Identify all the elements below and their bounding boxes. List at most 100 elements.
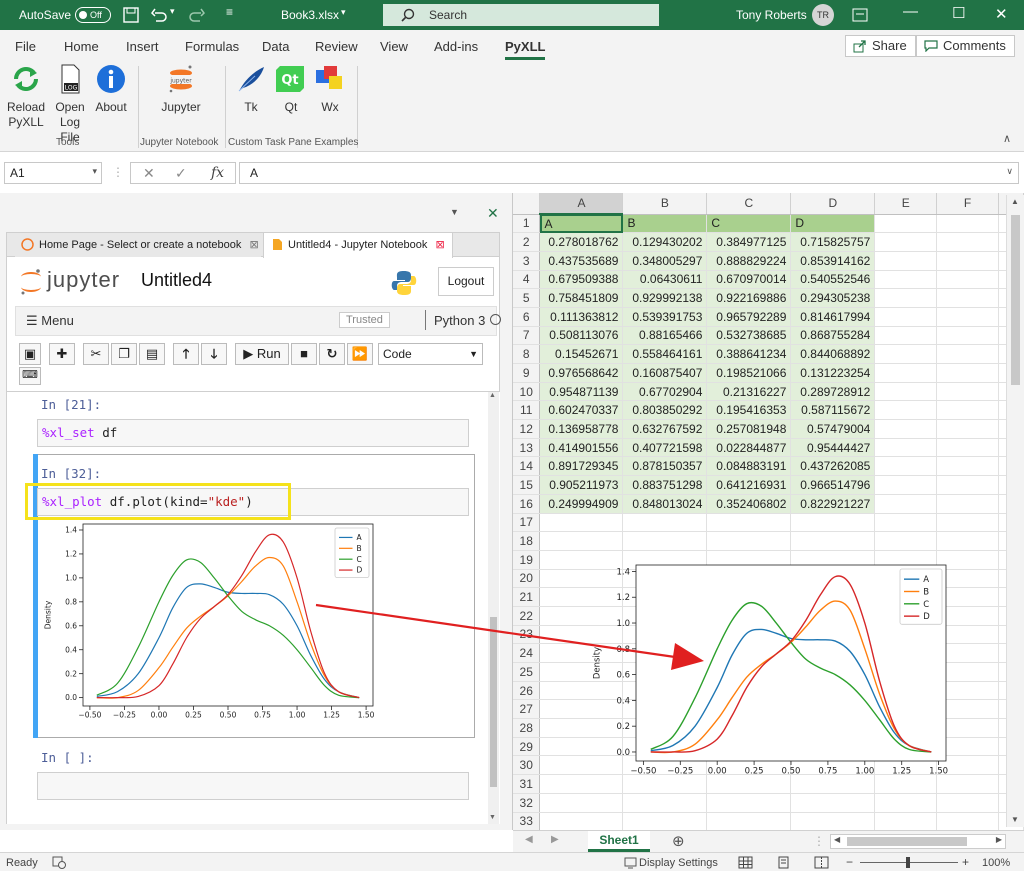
- row-header[interactable]: 21: [513, 587, 541, 607]
- grid-cell[interactable]: 0.905211973: [539, 475, 624, 495]
- row-header[interactable]: 10: [513, 382, 541, 402]
- grid-cell[interactable]: 0.965792289: [706, 307, 792, 327]
- grid-cell[interactable]: 0.844068892: [790, 344, 876, 364]
- tab-view[interactable]: View: [380, 39, 408, 54]
- column-header[interactable]: F: [936, 193, 999, 215]
- row-header[interactable]: 30: [513, 755, 541, 776]
- row-header[interactable]: 27: [513, 699, 541, 720]
- accessibility-icon[interactable]: [52, 856, 66, 869]
- trusted-indicator[interactable]: Trusted: [339, 312, 390, 328]
- column-header[interactable]: C: [706, 193, 792, 215]
- zoom-slider-thumb[interactable]: [906, 857, 910, 868]
- grid-cell[interactable]: [874, 438, 938, 458]
- tab-home[interactable]: Home: [64, 39, 99, 54]
- browser-tab-notebook[interactable]: Untitled4 - Jupyter Notebook ⊠: [263, 233, 453, 258]
- tab-pyxll[interactable]: PyXLL: [505, 39, 546, 60]
- grid-cell[interactable]: 0.95444427: [790, 438, 876, 458]
- tab-add-ins[interactable]: Add-ins: [434, 39, 478, 54]
- kde-plot-excel[interactable]: −0.50 −0.25 0.00 0.25 0.50 0.75 1.00 1.25 1.50 0.…: [591, 563, 948, 787]
- grid-cell[interactable]: 0.966514796: [790, 475, 876, 495]
- row-header[interactable]: 28: [513, 718, 541, 738]
- column-header[interactable]: A: [539, 193, 624, 215]
- grid-cell[interactable]: 0.976568642: [539, 363, 624, 383]
- browser-tab-close-icon[interactable]: ⊠: [435, 239, 444, 251]
- search-box[interactable]: Search: [383, 4, 659, 26]
- grid-cell[interactable]: [539, 793, 624, 813]
- vertical-scroll-thumb[interactable]: [1011, 215, 1020, 385]
- grid-cell[interactable]: [874, 307, 938, 327]
- grid-cell[interactable]: 0.15452671: [539, 344, 624, 364]
- scroll-right-icon[interactable]: ▶: [996, 835, 1002, 844]
- zoom-in-icon[interactable]: +: [962, 855, 969, 869]
- grid-cell[interactable]: 0.384977125: [706, 232, 792, 252]
- grid-cell[interactable]: [874, 214, 938, 234]
- grid-cell[interactable]: 0.822921227: [790, 494, 876, 514]
- ribbon-display-icon[interactable]: [852, 8, 868, 22]
- cut-cell-button[interactable]: ✂: [83, 343, 109, 365]
- grid-cell[interactable]: [622, 513, 708, 533]
- enter-formula-icon[interactable]: ✓: [175, 165, 187, 182]
- tab-data[interactable]: Data: [262, 39, 289, 54]
- grid-cell[interactable]: [936, 456, 999, 477]
- scroll-left-icon[interactable]: ◀: [834, 835, 840, 844]
- reload-pyxll-button[interactable]: Reload PyXLL: [6, 64, 46, 130]
- row-header[interactable]: 4: [513, 270, 541, 290]
- insert-function-icon[interactable]: fx: [211, 165, 224, 181]
- grid-cell[interactable]: [790, 793, 876, 813]
- tab-review[interactable]: Review: [315, 39, 358, 54]
- row-header[interactable]: 1: [513, 214, 541, 234]
- grid-cell[interactable]: [936, 363, 999, 383]
- grid-cell[interactable]: 0.679509388: [539, 270, 624, 290]
- grid-cell[interactable]: [622, 812, 708, 830]
- grid-cell[interactable]: 0.198521066: [706, 363, 792, 383]
- prev-sheet-icon[interactable]: ◀: [525, 834, 533, 845]
- grid-cell[interactable]: [874, 531, 938, 551]
- grid-cell[interactable]: 0.352406802: [706, 494, 792, 514]
- grid-cell[interactable]: [936, 307, 999, 327]
- interrupt-button[interactable]: ■: [291, 343, 317, 365]
- row-header[interactable]: 26: [513, 681, 541, 701]
- row-header[interactable]: 3: [513, 251, 541, 271]
- grid-cell[interactable]: [790, 812, 876, 830]
- grid-cell[interactable]: 0.878150357: [622, 456, 708, 477]
- name-box-dropdown-icon[interactable]: ▾: [92, 166, 97, 177]
- undo-dropdown-icon[interactable]: ▾: [170, 6, 175, 17]
- grid-cell[interactable]: 0.954871139: [539, 382, 624, 402]
- row-header[interactable]: 5: [513, 288, 541, 308]
- close-icon[interactable]: ✕: [995, 5, 1008, 23]
- grid-cell[interactable]: 0.539391753: [622, 307, 708, 327]
- grid-cell[interactable]: [874, 288, 938, 308]
- grid-cell[interactable]: C: [706, 214, 792, 234]
- grid-cell[interactable]: 0.88165466: [622, 326, 708, 346]
- row-header[interactable]: 9: [513, 363, 541, 383]
- grid-cell[interactable]: [874, 475, 938, 495]
- browser-tab-home[interactable]: Home Page - Select or create a notebook …: [15, 233, 261, 257]
- autosave-toggle[interactable]: Off: [75, 7, 111, 23]
- grid-cell[interactable]: [874, 232, 938, 252]
- grid-cell[interactable]: 0.022844877: [706, 438, 792, 458]
- row-header[interactable]: 2: [513, 232, 541, 252]
- zoom-level[interactable]: 100%: [982, 857, 1010, 869]
- row-header[interactable]: 6: [513, 307, 541, 327]
- avatar[interactable]: TR: [812, 4, 834, 26]
- save-icon[interactable]: [122, 6, 140, 24]
- grid-cell[interactable]: 0.131223254: [790, 363, 876, 383]
- row-header[interactable]: 17: [513, 513, 541, 533]
- grid-cell[interactable]: [790, 531, 876, 551]
- grid-cell[interactable]: 0.129430202: [622, 232, 708, 252]
- grid-cell[interactable]: A: [539, 214, 624, 234]
- grid-cell[interactable]: 0.922169886: [706, 288, 792, 308]
- row-header[interactable]: 29: [513, 737, 541, 757]
- row-header[interactable]: 13: [513, 438, 541, 458]
- notebook-name[interactable]: Untitled4: [141, 270, 212, 291]
- zoom-out-icon[interactable]: −: [846, 855, 853, 869]
- scroll-down-icon[interactable]: ▼: [1011, 815, 1019, 824]
- display-settings-label[interactable]: Display Settings: [639, 857, 718, 869]
- grid-cell[interactable]: 0.437535689: [539, 251, 624, 271]
- restart-button[interactable]: ↻: [319, 343, 345, 365]
- about-button[interactable]: About: [92, 64, 130, 115]
- grid-cell[interactable]: [874, 494, 938, 514]
- row-header[interactable]: 22: [513, 606, 541, 626]
- grid-cell[interactable]: [936, 475, 999, 495]
- row-header[interactable]: 31: [513, 774, 541, 794]
